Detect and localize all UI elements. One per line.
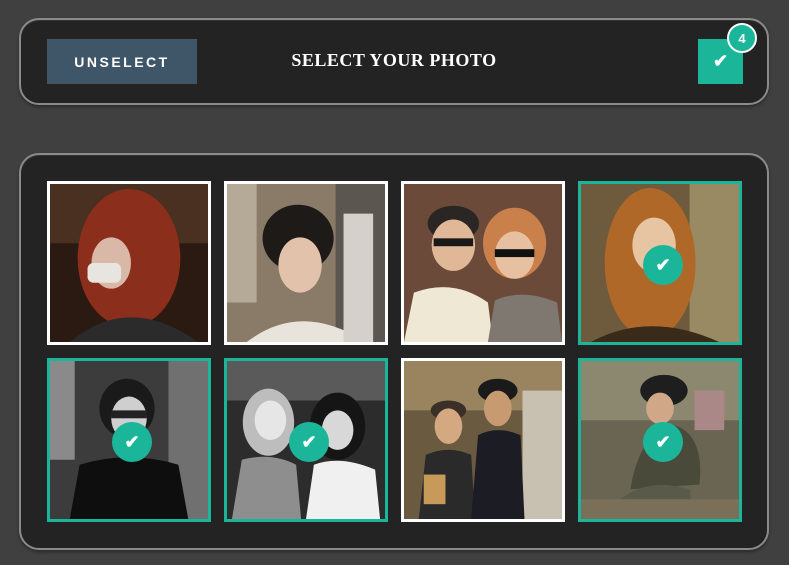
selected-check-icon: ✔ (643, 245, 683, 285)
selected-check-icon: ✔ (643, 422, 683, 462)
photo-tile[interactable] (401, 181, 565, 345)
selected-count-badge: 4 (727, 23, 757, 53)
photo-tile[interactable]: ✔ (578, 358, 742, 522)
check-icon: ✔ (712, 51, 729, 71)
photo-image (50, 184, 208, 342)
photo-image (227, 184, 385, 342)
photo-gallery: ✔ ✔ ✔ ✔ (19, 153, 769, 550)
photo-tile[interactable]: ✔ (47, 358, 211, 522)
photo-tile[interactable]: ✔ (224, 358, 388, 522)
photo-image (404, 361, 562, 519)
photo-tile[interactable] (47, 181, 211, 345)
selected-check-icon: ✔ (289, 422, 329, 462)
photo-tile[interactable]: ✔ (578, 181, 742, 345)
photo-tile[interactable] (224, 181, 388, 345)
page-title: SELECT YOUR PHOTO (291, 50, 497, 70)
photo-image (404, 184, 562, 342)
photo-tile[interactable] (401, 358, 565, 522)
header-panel: UNSELECT SELECT YOUR PHOTO ✔ 4 (19, 18, 769, 105)
selected-check-icon: ✔ (112, 422, 152, 462)
